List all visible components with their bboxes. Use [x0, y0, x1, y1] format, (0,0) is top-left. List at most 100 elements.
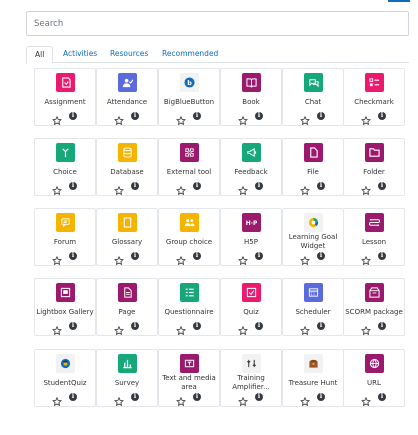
info-icon[interactable]: [193, 321, 201, 330]
star-icon[interactable]: [52, 251, 62, 266]
module-card-external-tool[interactable]: External tool: [158, 138, 220, 196]
star-icon[interactable]: [361, 251, 371, 266]
module-card-attendance[interactable]: Attendance: [96, 68, 158, 126]
star-icon[interactable]: [361, 321, 371, 336]
module-card-file[interactable]: File: [282, 138, 344, 196]
star-icon[interactable]: [176, 181, 186, 196]
module-card-quiz[interactable]: Quiz: [220, 278, 282, 336]
star-icon[interactable]: [114, 181, 124, 196]
module-card-glossary[interactable]: Glossary: [96, 208, 158, 266]
treasure-hunt-icon: [303, 354, 323, 373]
info-icon[interactable]: [69, 111, 77, 120]
module-card-url[interactable]: URL: [343, 349, 405, 407]
tab-resources[interactable]: Resources: [102, 46, 156, 63]
star-icon[interactable]: [300, 181, 310, 196]
module-card-group-choice[interactable]: Group choice: [158, 208, 220, 266]
module-card-lightbox-gallery[interactable]: Lightbox Gallery: [34, 278, 96, 336]
info-icon[interactable]: [317, 181, 325, 190]
module-actions: [97, 111, 157, 126]
info-icon[interactable]: [69, 181, 77, 190]
info-icon[interactable]: [317, 321, 325, 330]
search-input[interactable]: [26, 11, 409, 36]
info-icon[interactable]: [69, 321, 77, 330]
info-icon[interactable]: [69, 392, 77, 401]
module-card-forum[interactable]: Forum: [34, 208, 96, 266]
star-icon[interactable]: [114, 251, 124, 266]
module-card-chat[interactable]: Chat: [282, 68, 344, 126]
module-actions: [221, 321, 281, 336]
module-card-treasure-hunt[interactable]: Treasure Hunt: [282, 349, 344, 407]
info-icon[interactable]: [255, 181, 263, 190]
star-icon[interactable]: [52, 111, 62, 126]
module-card-folder[interactable]: Folder: [343, 138, 405, 196]
module-card-survey[interactable]: Survey: [96, 349, 158, 407]
info-icon[interactable]: [131, 111, 139, 120]
module-card-scheduler[interactable]: Scheduler: [282, 278, 344, 336]
star-icon[interactable]: [361, 181, 371, 196]
module-card-bigbluebutton[interactable]: b BigBlueButton: [158, 68, 220, 126]
info-icon[interactable]: [255, 251, 263, 260]
star-icon[interactable]: [114, 111, 124, 126]
module-card-lesson[interactable]: Lesson: [343, 208, 405, 266]
info-icon[interactable]: [131, 251, 139, 260]
info-icon[interactable]: [255, 321, 263, 330]
module-card-book[interactable]: Book: [220, 68, 282, 126]
star-icon[interactable]: [238, 251, 248, 266]
star-icon[interactable]: [300, 392, 310, 407]
info-icon[interactable]: [378, 392, 386, 401]
module-card-training-amplifier[interactable]: Training Amplifier...: [220, 349, 282, 407]
star-icon[interactable]: [238, 392, 248, 407]
star-icon[interactable]: [300, 251, 310, 266]
star-icon[interactable]: [114, 321, 124, 336]
module-card-questionnaire[interactable]: Questionnaire: [158, 278, 220, 336]
tab-all[interactable]: All: [26, 46, 54, 64]
info-icon[interactable]: [193, 181, 201, 190]
info-icon[interactable]: [193, 392, 201, 401]
module-actions: [159, 392, 219, 407]
info-icon[interactable]: [69, 251, 77, 260]
tab-recommended[interactable]: Recommended: [154, 46, 226, 63]
info-icon[interactable]: [378, 181, 386, 190]
star-icon[interactable]: [52, 181, 62, 196]
star-icon[interactable]: [238, 111, 248, 126]
star-icon[interactable]: [176, 321, 186, 336]
info-icon[interactable]: [131, 392, 139, 401]
module-card-scorm-package[interactable]: SCORM package: [343, 278, 405, 336]
info-icon[interactable]: [378, 111, 386, 120]
star-icon[interactable]: [300, 111, 310, 126]
module-card-checkmark[interactable]: Checkmark: [343, 68, 405, 126]
info-icon[interactable]: [193, 111, 201, 120]
info-icon[interactable]: [255, 392, 263, 401]
info-icon[interactable]: [317, 111, 325, 120]
info-icon[interactable]: [317, 392, 325, 401]
svg-text:b: b: [187, 79, 192, 87]
module-card-text-and-media-area[interactable]: Text and media area: [158, 349, 220, 407]
info-icon[interactable]: [255, 111, 263, 120]
info-icon[interactable]: [317, 251, 325, 260]
star-icon[interactable]: [238, 181, 248, 196]
star-icon[interactable]: [114, 392, 124, 407]
info-icon[interactable]: [378, 251, 386, 260]
star-icon[interactable]: [361, 111, 371, 126]
star-icon[interactable]: [52, 321, 62, 336]
module-card-assignment[interactable]: Assignment: [34, 68, 96, 126]
star-icon[interactable]: [176, 111, 186, 126]
star-icon[interactable]: [176, 392, 186, 407]
tab-activities[interactable]: Activities: [55, 46, 105, 63]
module-card-choice[interactable]: Choice: [34, 138, 96, 196]
module-card-feedback[interactable]: Feedback: [220, 138, 282, 196]
module-card-studentquiz[interactable]: StudentQuiz: [34, 349, 96, 407]
star-icon[interactable]: [52, 392, 62, 407]
info-icon[interactable]: [378, 321, 386, 330]
info-icon[interactable]: [131, 181, 139, 190]
module-card-page[interactable]: Page: [96, 278, 158, 336]
star-icon[interactable]: [238, 321, 248, 336]
star-icon[interactable]: [361, 392, 371, 407]
info-icon[interactable]: [193, 251, 201, 260]
module-card-h5p[interactable]: H·P H5P: [220, 208, 282, 266]
star-icon[interactable]: [176, 251, 186, 266]
star-icon[interactable]: [300, 321, 310, 336]
module-card-learning-goal-widget[interactable]: Learning Goal Widget: [282, 208, 344, 266]
info-icon[interactable]: [131, 321, 139, 330]
module-card-database[interactable]: Database: [96, 138, 158, 196]
